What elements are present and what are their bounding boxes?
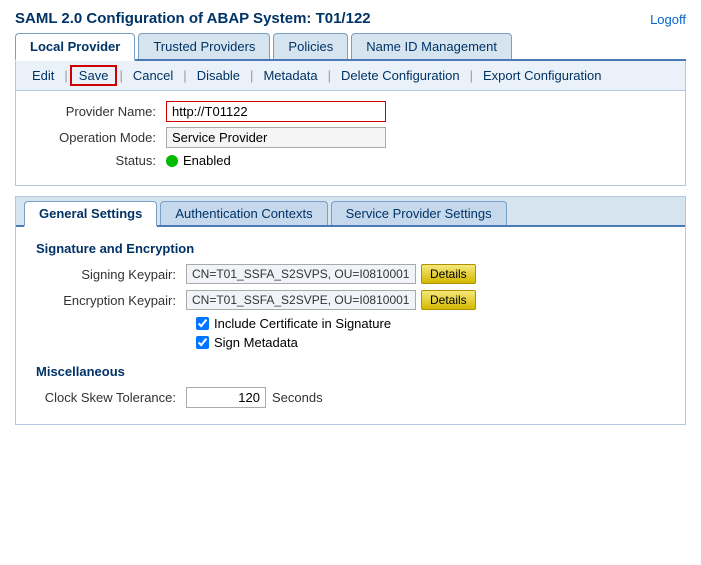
include-cert-label: Include Certificate in Signature bbox=[214, 316, 391, 331]
save-button[interactable]: Save bbox=[70, 65, 118, 86]
tab-local-provider[interactable]: Local Provider bbox=[15, 33, 135, 61]
status-row: Status: Enabled bbox=[36, 153, 665, 168]
tab-name-id-management[interactable]: Name ID Management bbox=[351, 33, 512, 59]
encryption-keypair-row: Encryption Keypair: Details bbox=[36, 290, 665, 310]
provider-name-input[interactable] bbox=[166, 101, 386, 122]
sign-metadata-row: Sign Metadata bbox=[196, 335, 665, 350]
seconds-label: Seconds bbox=[272, 390, 323, 405]
disable-button[interactable]: Disable bbox=[189, 66, 248, 85]
inner-tabs: General Settings Authentication Contexts… bbox=[16, 197, 685, 227]
encryption-keypair-input[interactable] bbox=[186, 290, 416, 310]
sign-metadata-checkbox[interactable] bbox=[196, 336, 209, 349]
operation-mode-input[interactable] bbox=[166, 127, 386, 148]
tab-authentication-contexts[interactable]: Authentication Contexts bbox=[160, 201, 327, 225]
toolbar: Edit | Save | Cancel | Disable | Metadat… bbox=[15, 61, 686, 91]
main-tabs: Local Provider Trusted Providers Policie… bbox=[15, 33, 686, 61]
sign-metadata-label: Sign Metadata bbox=[214, 335, 298, 350]
status-label: Status: bbox=[36, 153, 166, 168]
signing-keypair-input[interactable] bbox=[186, 264, 416, 284]
status-value: Enabled bbox=[183, 153, 231, 168]
signing-details-button[interactable]: Details bbox=[421, 264, 476, 284]
include-cert-checkbox[interactable] bbox=[196, 317, 209, 330]
status-area: Enabled bbox=[166, 153, 231, 168]
form-area: Provider Name: Operation Mode: Status: E… bbox=[15, 91, 686, 186]
logoff-link[interactable]: Logoff bbox=[650, 12, 686, 27]
signature-section-title: Signature and Encryption bbox=[36, 241, 665, 256]
edit-button[interactable]: Edit bbox=[24, 66, 62, 85]
delete-config-button[interactable]: Delete Configuration bbox=[333, 66, 468, 85]
tab-general-settings[interactable]: General Settings bbox=[24, 201, 157, 227]
operation-mode-row: Operation Mode: bbox=[36, 127, 665, 148]
status-icon bbox=[166, 155, 178, 167]
signing-keypair-label: Signing Keypair: bbox=[36, 267, 186, 282]
encryption-details-button[interactable]: Details bbox=[421, 290, 476, 310]
provider-name-row: Provider Name: bbox=[36, 101, 665, 122]
tab-policies[interactable]: Policies bbox=[273, 33, 348, 59]
clock-skew-input[interactable] bbox=[186, 387, 266, 408]
tab-trusted-providers[interactable]: Trusted Providers bbox=[138, 33, 270, 59]
inner-content: Signature and Encryption Signing Keypair… bbox=[16, 227, 685, 424]
export-config-button[interactable]: Export Configuration bbox=[475, 66, 610, 85]
clock-skew-row: Clock Skew Tolerance: Seconds bbox=[36, 387, 665, 408]
clock-skew-label: Clock Skew Tolerance: bbox=[36, 390, 186, 405]
cancel-button[interactable]: Cancel bbox=[125, 66, 181, 85]
page-title: SAML 2.0 Configuration of ABAP System: T… bbox=[15, 10, 686, 27]
provider-name-label: Provider Name: bbox=[36, 104, 166, 119]
signing-keypair-row: Signing Keypair: Details bbox=[36, 264, 665, 284]
encryption-keypair-label: Encryption Keypair: bbox=[36, 293, 186, 308]
misc-section-title: Miscellaneous bbox=[36, 364, 665, 379]
metadata-button[interactable]: Metadata bbox=[255, 66, 325, 85]
misc-section: Miscellaneous Clock Skew Tolerance: Seco… bbox=[36, 364, 665, 408]
inner-tabs-wrapper: General Settings Authentication Contexts… bbox=[15, 196, 686, 425]
operation-mode-label: Operation Mode: bbox=[36, 130, 166, 145]
tab-service-provider-settings[interactable]: Service Provider Settings bbox=[331, 201, 507, 225]
include-cert-row: Include Certificate in Signature bbox=[196, 316, 665, 331]
